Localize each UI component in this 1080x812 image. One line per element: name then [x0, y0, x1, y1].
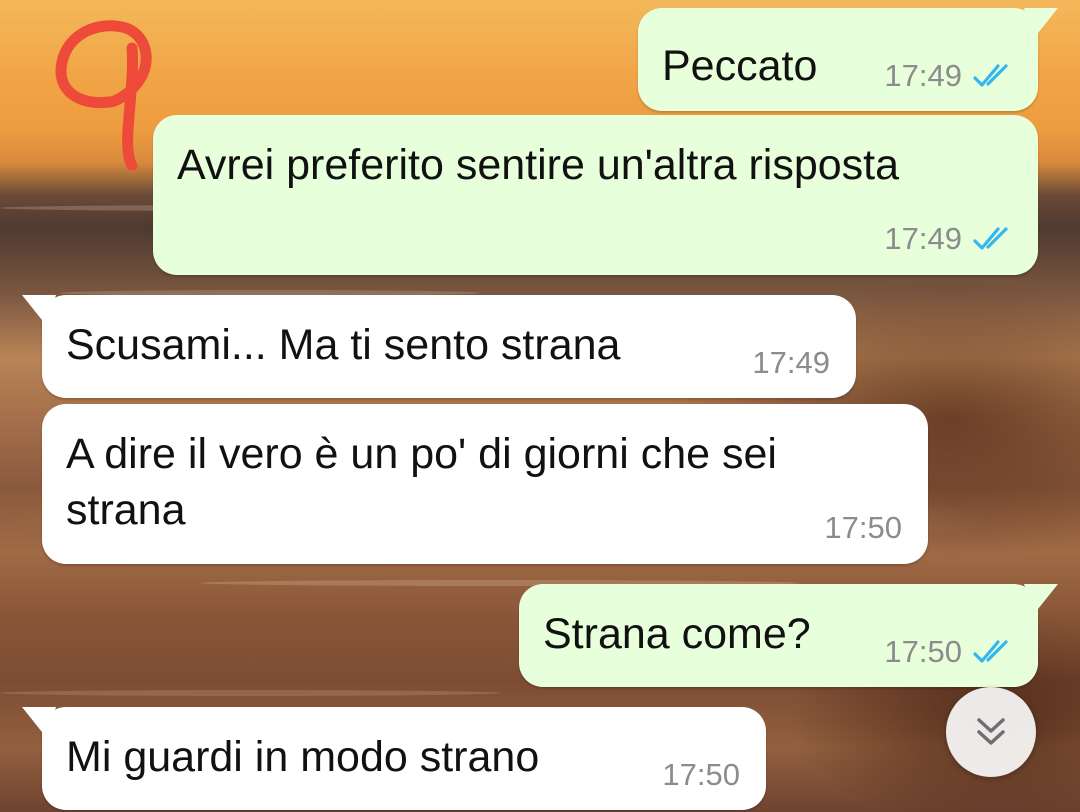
message-meta: 17:50 [884, 634, 1016, 670]
message-bubble-incoming[interactable]: A dire il vero è un po' di giorni che se… [42, 404, 928, 564]
double-check-read-icon [973, 64, 1008, 87]
message-text: Scusami... Ma ti sento strana [66, 321, 621, 369]
bubble-tail [1024, 8, 1058, 38]
message-time: 17:50 [884, 634, 962, 669]
message-text: Mi guardi in modo strano [66, 733, 540, 781]
red-annotation-drawing [55, 20, 152, 170]
message-time: 17:49 [884, 221, 962, 256]
double-check-read-icon [973, 640, 1008, 663]
message-meta: 17:49 [752, 345, 830, 381]
message-text: Avrei preferito sentire un'altra rispost… [177, 141, 900, 189]
message-time: 17:49 [752, 345, 830, 380]
message-bubble-incoming[interactable]: Mi guardi in modo strano 17:50 [22, 707, 766, 810]
message-meta: 17:50 [662, 757, 740, 793]
bubble-tail [22, 707, 56, 737]
bubble-tail [1024, 584, 1058, 614]
double-chevron-down-icon [977, 718, 1005, 745]
message-bubble-incoming[interactable]: Scusami... Ma ti sento strana 17:49 [22, 295, 856, 398]
message-meta: 17:49 [884, 58, 1016, 94]
double-check-read-icon [973, 227, 1008, 250]
wallpaper-wave [0, 690, 500, 696]
message-time: 17:50 [824, 510, 902, 545]
bubble-tail [22, 295, 56, 325]
message-bubble-outgoing[interactable]: Avrei preferito sentire un'altra rispost… [153, 115, 1038, 275]
message-bubble-outgoing[interactable]: Peccato 17:49 [638, 8, 1058, 111]
message-bubble-outgoing[interactable]: Strana come? 17:50 [519, 584, 1058, 687]
message-text: Strana come? [543, 610, 811, 658]
message-meta: 17:49 [884, 221, 1016, 257]
message-meta: 17:50 [824, 510, 902, 546]
message-text-line: strana [66, 486, 186, 534]
message-text: Peccato [662, 42, 818, 90]
message-text-line: A dire il vero è un po' di giorni che se… [66, 430, 777, 478]
message-time: 17:49 [884, 58, 962, 93]
scroll-to-bottom-button[interactable] [946, 687, 1036, 777]
message-time: 17:50 [662, 757, 740, 792]
